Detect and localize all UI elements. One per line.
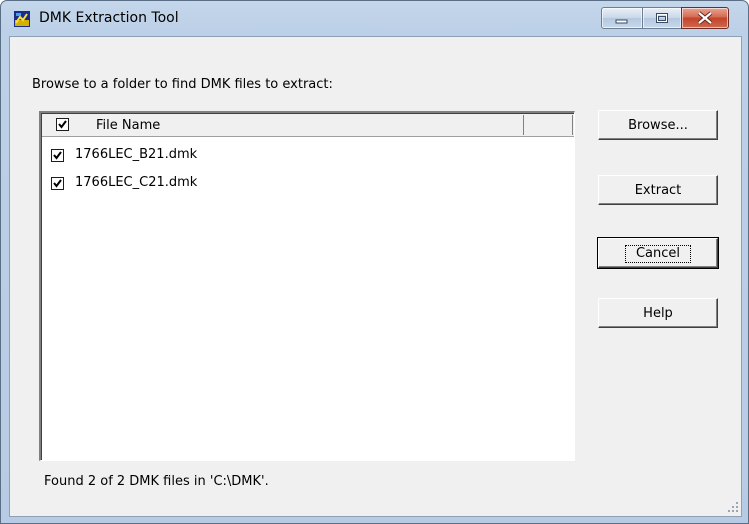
maximize-icon <box>656 13 668 23</box>
file-name: 1766LEC_B21.dmk <box>75 147 198 162</box>
checkmark-icon <box>53 179 62 188</box>
app-icon[interactable] <box>14 11 30 27</box>
maximize-button[interactable] <box>642 7 682 29</box>
file-checkbox[interactable] <box>51 149 64 162</box>
browse-button-label: Browse... <box>628 118 688 133</box>
checkmark-icon <box>53 151 62 160</box>
file-checkbox[interactable] <box>51 177 64 190</box>
close-button[interactable] <box>681 7 729 29</box>
checkmark-icon <box>58 120 67 129</box>
cancel-button-label: Cancel <box>624 245 692 263</box>
extract-button-label: Extract <box>634 183 682 198</box>
cancel-button[interactable]: Cancel <box>597 237 719 269</box>
close-icon <box>697 11 713 25</box>
help-button-label: Help <box>643 306 673 321</box>
browse-button[interactable]: Browse... <box>598 110 718 140</box>
minimize-icon <box>615 19 628 24</box>
column-divider[interactable] <box>523 115 524 135</box>
select-all-checkbox[interactable] <box>56 118 69 131</box>
list-item[interactable]: 1766LEC_C21.dmk <box>41 174 574 194</box>
minimize-button[interactable] <box>601 7 643 29</box>
help-button[interactable]: Help <box>598 298 718 328</box>
browse-instructions: Browse to a folder to find DMK files to … <box>32 77 333 92</box>
extract-button[interactable]: Extract <box>598 175 718 205</box>
list-header: File Name <box>42 114 574 137</box>
column-divider[interactable] <box>572 115 573 135</box>
file-name: 1766LEC_C21.dmk <box>75 175 198 190</box>
status-text: Found 2 of 2 DMK files in 'C:\DMK'. <box>44 474 269 489</box>
list-item[interactable]: 1766LEC_B21.dmk <box>41 146 574 166</box>
file-list[interactable]: File Name 1766LEC_B21.dmk 1766LEC_C21.dm… <box>39 111 575 461</box>
column-header-file-name[interactable]: File Name <box>96 118 160 133</box>
resize-grip-icon[interactable] <box>726 500 740 514</box>
title-bar[interactable]: DMK Extraction Tool <box>1 1 748 35</box>
window-title: DMK Extraction Tool <box>39 10 179 26</box>
